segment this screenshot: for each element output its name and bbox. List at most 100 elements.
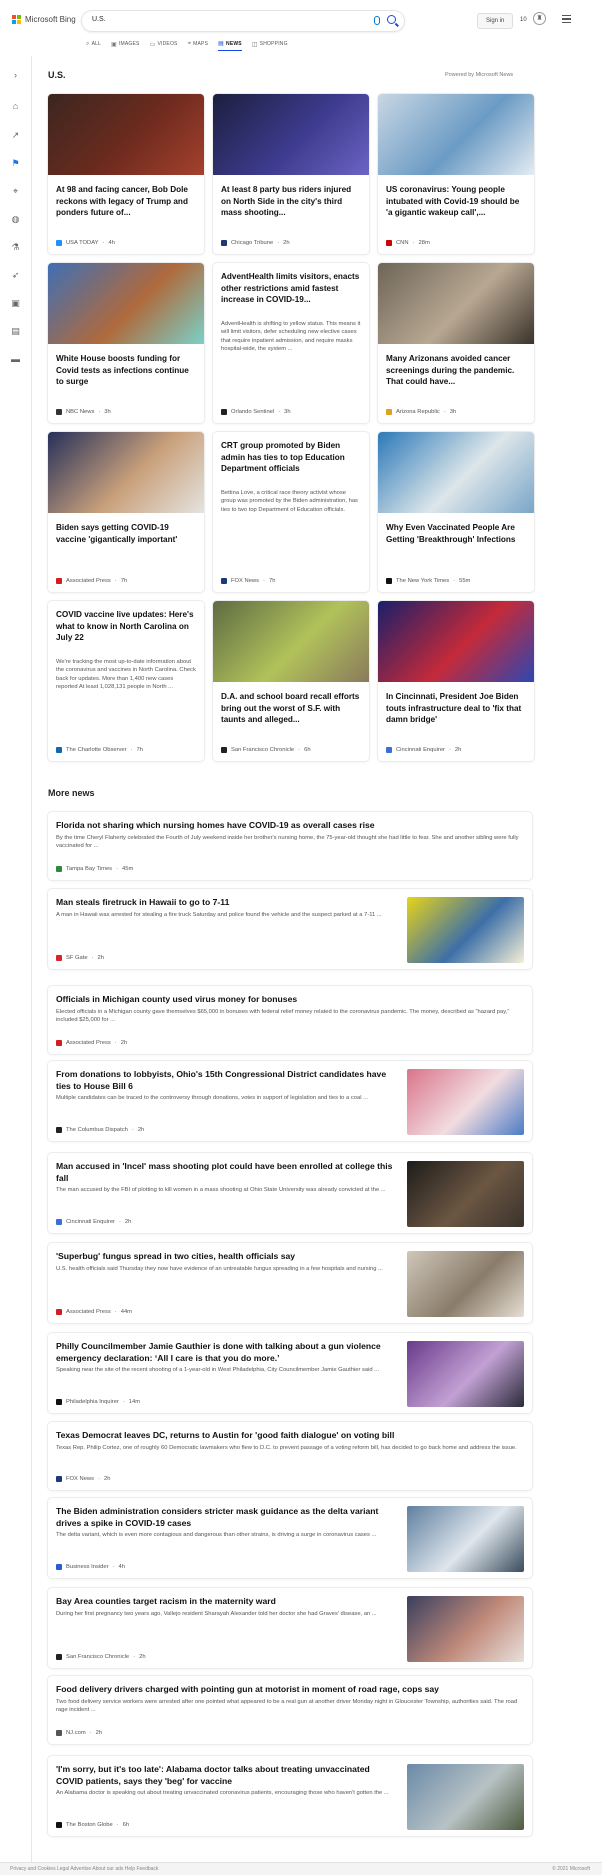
rewards-count[interactable]: 10 [520,17,527,23]
more-news-source[interactable]: SF Gate · 2h [56,955,104,961]
more-news-thumbnail[interactable] [407,1341,524,1407]
news-card-source[interactable]: FOX News · 7h [221,578,275,584]
more-news-title[interactable]: Texas Democrat leaves DC, returns to Aus… [56,1430,522,1442]
more-news-source[interactable]: Business Insider · 4h [56,1564,125,1570]
scope-tab-all[interactable]: ⌕ ALL [86,40,101,51]
news-card-title[interactable]: Why Even Vaccinated People Are Getting '… [386,522,526,545]
more-news-title[interactable]: 'Superbug' fungus spread in two cities, … [56,1251,394,1263]
news-card-source[interactable]: Orlando Sentinel · 3h [221,409,291,415]
news-card-title[interactable]: At 98 and facing cancer, Bob Dole reckon… [56,184,196,219]
more-news-item[interactable]: Bay Area counties target racism in the m… [48,1588,532,1668]
news-card[interactable]: White House boosts funding for Covid tes… [48,263,204,423]
business-icon[interactable]: ▤ [10,326,21,337]
news-card-title[interactable]: Biden says getting COVID-19 vaccine 'gig… [56,522,196,545]
news-card[interactable]: AdventHealth limits visitors, enacts oth… [213,263,369,423]
more-news-source[interactable]: Tampa Bay Times · 45m [56,866,133,872]
home-icon[interactable]: ⌂ [10,101,21,112]
more-news-thumbnail[interactable] [407,1251,524,1317]
more-news-title[interactable]: Officials in Michigan county used virus … [56,994,522,1006]
science-icon[interactable]: ⚗ [10,242,21,253]
news-card-title[interactable]: CRT group promoted by Biden admin has ti… [221,440,361,475]
footer-links[interactable]: Privacy and Cookies Legal Advertise Abou… [10,1866,158,1872]
news-card[interactable]: In Cincinnati, President Joe Biden touts… [378,601,534,761]
more-news-title[interactable]: 'I'm sorry, but it's too late': Alabama … [56,1764,394,1787]
expand-sidebar-icon[interactable]: › [10,70,21,81]
rocket-icon[interactable]: ➶ [10,270,21,281]
location-icon[interactable]: ⌖ [10,186,21,197]
news-card-source[interactable]: NBC News · 3h [56,409,111,415]
scope-tab-news[interactable]: ▤ NEWS [218,40,242,51]
news-card-title[interactable]: US coronavirus: Young people intubated w… [386,184,526,219]
search-icon[interactable] [387,15,396,24]
news-card-title[interactable]: D.A. and school board recall efforts bri… [221,691,361,726]
news-card[interactable]: At least 8 party bus riders injured on N… [213,94,369,254]
news-card[interactable]: Why Even Vaccinated People Are Getting '… [378,432,534,592]
more-news-thumbnail[interactable] [407,1506,524,1572]
more-news-item[interactable]: Food delivery drivers charged with point… [48,1676,532,1744]
scope-tab-images[interactable]: ▣ IMAGES [111,40,140,51]
more-news-item[interactable]: The Biden administration considers stric… [48,1498,532,1578]
more-news-title[interactable]: Florida not sharing which nursing homes … [56,820,522,832]
news-card-source[interactable]: USA TODAY · 4h [56,240,115,246]
news-card-image[interactable] [378,432,534,513]
more-news-source[interactable]: San Francisco Chronicle · 2h [56,1654,146,1660]
news-card-image[interactable] [48,432,204,513]
money-icon[interactable]: ▬ [10,354,21,365]
search-box[interactable]: U.S. [82,11,404,31]
more-news-title[interactable]: Philly Councilmember Jamie Gauthier is d… [56,1341,394,1364]
more-news-thumbnail[interactable] [407,1069,524,1135]
search-input[interactable]: U.S. [92,16,106,23]
news-card-title[interactable]: AdventHealth limits visitors, enacts oth… [221,271,361,306]
more-news-thumbnail[interactable] [407,897,524,963]
more-news-thumbnail[interactable] [407,1596,524,1662]
news-card-title[interactable]: Many Arizonans avoided cancer screenings… [386,353,526,388]
more-news-title[interactable]: The Biden administration considers stric… [56,1506,394,1529]
news-card-title[interactable]: In Cincinnati, President Joe Biden touts… [386,691,526,726]
news-card[interactable]: D.A. and school board recall efforts bri… [213,601,369,761]
news-card-source[interactable]: Arizona Republic · 3h [386,409,456,415]
more-news-source[interactable]: The Boston Globe · 6h [56,1822,129,1828]
globe-icon[interactable]: ◍ [10,214,21,225]
news-card-image[interactable] [378,94,534,175]
more-news-title[interactable]: Man steals firetruck in Hawaii to go to … [56,897,394,909]
news-card-source[interactable]: San Francisco Chronicle · 6h [221,747,311,753]
rewards-trophy-icon[interactable]: ♜ [533,12,546,25]
trending-icon[interactable]: ↗ [10,130,21,141]
news-card-image[interactable] [378,601,534,682]
news-card-image[interactable] [48,263,204,344]
more-news-item[interactable]: Man accused in 'Incel' mass shooting plo… [48,1153,532,1233]
news-card[interactable]: US coronavirus: Young people intubated w… [378,94,534,254]
more-news-item[interactable]: Philly Councilmember Jamie Gauthier is d… [48,1333,532,1413]
bing-logo[interactable]: Microsoft Bing [12,15,76,24]
more-news-source[interactable]: The Columbus Dispatch · 2h [56,1127,144,1133]
more-news-item[interactable]: From donations to lobbyists, Ohio's 15th… [48,1061,532,1141]
more-news-source[interactable]: Associated Press · 2h [56,1040,127,1046]
more-news-title[interactable]: Food delivery drivers charged with point… [56,1684,522,1696]
entertainment-icon[interactable]: ▣ [10,298,21,309]
more-news-title[interactable]: From donations to lobbyists, Ohio's 15th… [56,1069,394,1092]
news-card[interactable]: COVID vaccine live updates: Here's what … [48,601,204,761]
more-news-source[interactable]: NJ.com · 2h [56,1730,102,1736]
news-card[interactable]: At 98 and facing cancer, Bob Dole reckon… [48,94,204,254]
news-card-image[interactable] [213,94,369,175]
more-news-item[interactable]: 'I'm sorry, but it's too late': Alabama … [48,1756,532,1836]
flag-icon[interactable]: ⚑ [10,158,21,169]
news-card[interactable]: Biden says getting COVID-19 vaccine 'gig… [48,432,204,592]
more-news-title[interactable]: Man accused in 'Incel' mass shooting plo… [56,1161,394,1184]
news-card-source[interactable]: Associated Press · 7h [56,578,127,584]
news-card-source[interactable]: CNN · 28m [386,240,430,246]
news-card-image[interactable] [48,94,204,175]
more-news-thumbnail[interactable] [407,1764,524,1830]
news-card[interactable]: CRT group promoted by Biden admin has ti… [213,432,369,592]
more-news-item[interactable]: Florida not sharing which nursing homes … [48,812,532,880]
more-news-item[interactable]: 'Superbug' fungus spread in two cities, … [48,1243,532,1323]
more-news-item[interactable]: Officials in Michigan county used virus … [48,986,532,1054]
news-card-image[interactable] [378,263,534,344]
more-news-source[interactable]: Cincinnati Enquirer · 2h [56,1219,131,1225]
scope-tab-videos[interactable]: ▭ VIDEOS [150,40,178,51]
scope-tab-maps[interactable]: ⌖ MAPS [188,40,209,51]
hamburger-menu-icon[interactable] [562,15,571,23]
more-news-item[interactable]: Texas Democrat leaves DC, returns to Aus… [48,1422,532,1490]
more-news-thumbnail[interactable] [407,1161,524,1227]
scope-tab-shopping[interactable]: ◫ SHOPPING [252,40,288,51]
